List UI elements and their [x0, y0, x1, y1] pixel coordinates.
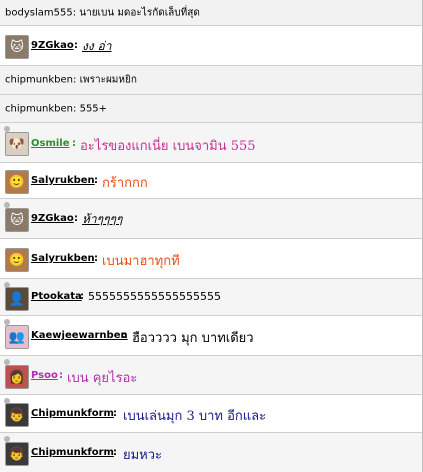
plain-user: chipmunkben: [5, 74, 74, 86]
girl-avatar-icon[interactable]: 👩: [5, 365, 29, 389]
message-text: เบนมาฮาทุกที: [102, 254, 180, 269]
group-avatar-icon[interactable]: 👥: [5, 325, 29, 349]
username-link[interactable]: 9ZGkao: [31, 40, 74, 51]
username-link[interactable]: Salyrukben: [31, 253, 95, 264]
message-text: ห้าๆๆๆๆ: [82, 212, 123, 226]
message-text: งง อ่า: [82, 39, 112, 53]
face-avatar-icon[interactable]: 🙂: [5, 248, 29, 272]
chat-row: 🐱 9ZGkao : งง อ่า: [0, 26, 423, 66]
message-text: 5555555555555555555: [88, 290, 221, 303]
message-text: เบน คุยไรอะ: [67, 371, 138, 386]
message-text: ฮือวววว มุก บาทเดียว: [132, 331, 254, 346]
message-text: ยมหวะ: [123, 448, 163, 463]
chat-row: 👥 Kaewjeewarnben : ฮือวววว มุก บาทเดียว: [0, 316, 423, 356]
chat-feed: bodyslam555: นายเบน มดอะไรกัดเล็บที่สุด …: [0, 0, 423, 472]
plain-user: chipmunkben: [5, 103, 74, 114]
chat-row: 🐱 9ZGkao : ห้าๆๆๆๆ: [0, 199, 423, 239]
username-link[interactable]: Kaewjeewarnben: [31, 330, 128, 341]
plain-message: chipmunkben: 555+: [5, 103, 108, 114]
username-link[interactable]: 9ZGkao: [31, 213, 74, 224]
username-link[interactable]: Ptookata: [31, 291, 82, 302]
person-avatar-icon[interactable]: 👦: [5, 442, 29, 466]
person-avatar-icon[interactable]: 👦: [5, 403, 29, 427]
dog-avatar-icon[interactable]: 🐶: [5, 132, 29, 156]
message-text: เบนเล่นมุก 3 บาท อีกและ: [123, 409, 267, 424]
chat-row: 👤 Ptookata : 5555555555555555555: [0, 279, 423, 316]
message-text: กร้ากกก: [102, 176, 148, 191]
plain-user: bodyslam555: [5, 7, 73, 18]
cat-avatar-icon[interactable]: 🐱: [5, 35, 29, 59]
username-link[interactable]: Psoo: [31, 370, 58, 381]
photo-avatar-icon[interactable]: 👤: [5, 287, 29, 311]
plain-message: bodyslam555: นายเบน มดอะไรกัดเล็บที่สุด: [5, 7, 200, 18]
plain-text: นายเบน มดอะไรกัดเล็บที่สุด: [79, 7, 200, 18]
chat-row: 🐶 Osmile : อะไรของแกเนี่ย เบนจามิน 555: [0, 123, 423, 163]
message-text: อะไรของแกเนี่ย เบนจามิน 555: [80, 139, 256, 154]
username-link[interactable]: Chipmunkform: [31, 447, 114, 458]
username-link[interactable]: Chipmunkform: [31, 408, 114, 419]
cat-avatar-icon[interactable]: 🐱: [5, 208, 29, 232]
chat-row: chipmunkben: เพราะผมหยิก: [0, 66, 423, 95]
chat-row: 👦 Chipmunkform : ยมหวะ: [0, 433, 423, 472]
username-link[interactable]: Salyrukben: [31, 175, 95, 186]
plain-text: เพราะผมหยิก: [79, 74, 137, 86]
face-avatar-icon[interactable]: 🙂: [5, 170, 29, 194]
chat-row: 🙂 Salyrukben : เบนมาฮาทุกที: [0, 239, 423, 279]
username-link[interactable]: Osmile: [31, 138, 70, 149]
chat-row: bodyslam555: นายเบน มดอะไรกัดเล็บที่สุด: [0, 0, 423, 26]
chat-row: 🙂 Salyrukben : กร้ากกก: [0, 163, 423, 199]
plain-text: 555+: [79, 103, 108, 114]
chat-row: 👦 Chipmunkform : เบนเล่นมุก 3 บาท อีกและ: [0, 395, 423, 433]
chat-row: chipmunkben: 555+: [0, 95, 423, 123]
plain-message: chipmunkben: เพราะผมหยิก: [5, 74, 137, 86]
chat-row: 👩 Psoo : เบน คุยไรอะ: [0, 356, 423, 395]
